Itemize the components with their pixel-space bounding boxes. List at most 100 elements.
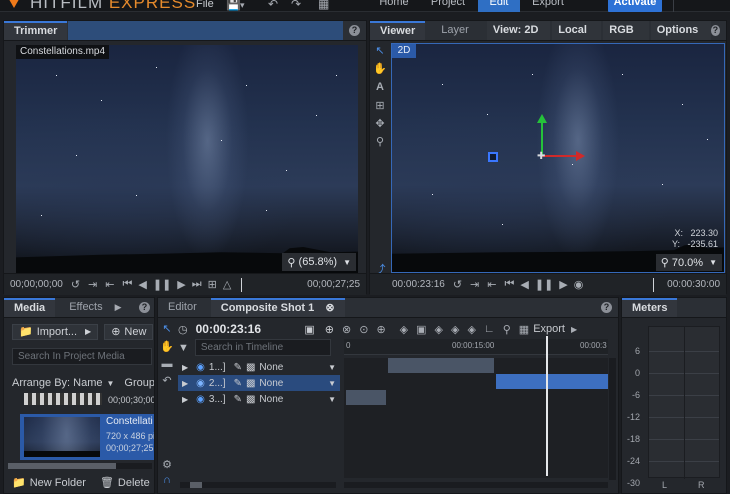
editor-timecode[interactable]: 00:00:23:16 bbox=[196, 322, 261, 336]
nav-edit[interactable]: Edit bbox=[478, 0, 520, 12]
anchor-handle[interactable] bbox=[488, 152, 498, 162]
diamond-out-icon[interactable]: ◈ bbox=[467, 323, 475, 336]
redo-icon[interactable]: ↷ bbox=[291, 0, 301, 11]
channel-dropdown[interactable]: RGB ▼ bbox=[603, 21, 649, 54]
export-dropdown[interactable]: Export bbox=[533, 323, 565, 335]
menu-file[interactable]: File bbox=[196, 0, 214, 10]
nav-project[interactable]: Project bbox=[420, 0, 476, 12]
mark-in-icon[interactable]: ⇥ bbox=[88, 278, 97, 291]
save-dropdown-icon[interactable]: ▾ bbox=[240, 0, 245, 11]
pause-icon[interactable]: ❚❚ bbox=[153, 278, 171, 291]
blend-mode-dropdown[interactable]: None bbox=[259, 362, 283, 373]
diamond-icon[interactable]: ◈ bbox=[435, 323, 443, 336]
media-search-input[interactable]: Search In Project Media bbox=[12, 348, 152, 365]
stop-icon[interactable]: ◉ bbox=[574, 278, 584, 291]
layer-scroll-thumb[interactable] bbox=[190, 482, 202, 488]
slip-tool-icon[interactable]: ▬ bbox=[158, 358, 176, 370]
keyframe-icon[interactable]: ◈ bbox=[400, 323, 408, 336]
go-start-icon[interactable]: ⏮ bbox=[504, 278, 514, 291]
overlay-icon[interactable]: △ bbox=[223, 278, 231, 291]
new-folder-button[interactable]: New Folder bbox=[30, 477, 86, 489]
save-icon[interactable]: 💾 bbox=[226, 0, 241, 11]
timeline-clip[interactable] bbox=[388, 358, 494, 373]
delete-button[interactable]: Delete bbox=[118, 477, 150, 489]
hand-tool-icon[interactable]: ✋ bbox=[371, 62, 389, 75]
graph-icon[interactable]: ∟ bbox=[484, 323, 495, 335]
help-icon[interactable]: ? bbox=[710, 25, 720, 36]
group-dropdown[interactable]: Group B bbox=[124, 377, 154, 389]
undo-icon[interactable]: ↶ bbox=[268, 0, 278, 11]
go-start-icon[interactable]: ⏮ bbox=[122, 278, 132, 291]
layer-row[interactable]: ▶ ◉ 1...] ✎ ▩ None ▼ bbox=[178, 359, 340, 375]
expand-arrow-icon[interactable]: ▶ bbox=[182, 395, 188, 404]
activate-button[interactable]: Activate bbox=[608, 0, 662, 12]
timeline-ruler[interactable]: 0 00:00:15:00 00:00:3 bbox=[344, 339, 608, 355]
tab-meters[interactable]: Meters bbox=[622, 298, 678, 317]
move-tool-icon[interactable]: ✥ bbox=[371, 117, 389, 130]
step-back-icon[interactable]: ◀ bbox=[138, 278, 146, 291]
filter-icon[interactable]: ▼ bbox=[178, 342, 189, 354]
select-tool-icon[interactable]: ↖ bbox=[158, 322, 176, 335]
select-tool-icon[interactable]: ↖ bbox=[371, 44, 389, 57]
go-start-icon[interactable]: ⊗ bbox=[342, 323, 351, 336]
insert-icon[interactable]: ⊞ bbox=[208, 278, 217, 291]
eye-icon[interactable]: ◉ bbox=[196, 362, 205, 373]
trimmer-playhead[interactable] bbox=[241, 277, 243, 292]
blend-mode-dropdown[interactable]: None bbox=[259, 394, 283, 405]
tab-media[interactable]: Media bbox=[4, 298, 56, 317]
media-scroll-thumb[interactable] bbox=[8, 463, 116, 469]
help-icon[interactable]: ? bbox=[601, 302, 612, 313]
pencil-icon[interactable]: ✎ bbox=[234, 362, 242, 373]
timeline-vscrollbar[interactable] bbox=[609, 358, 616, 480]
nav-home[interactable]: Home bbox=[372, 0, 416, 12]
text-tool-icon[interactable]: A bbox=[371, 81, 389, 93]
keyframe-prev-icon[interactable]: ⊙ bbox=[359, 323, 368, 336]
mark-out-icon[interactable]: ⇤ bbox=[487, 278, 496, 291]
tab-editor[interactable]: Editor bbox=[158, 298, 207, 317]
go-end-icon[interactable]: ⏭ bbox=[192, 278, 202, 291]
help-icon[interactable]: ? bbox=[349, 25, 360, 36]
zoom-fit-icon[interactable]: ⚲ bbox=[503, 323, 511, 336]
play-icon[interactable]: ▶ bbox=[559, 278, 567, 291]
add-layer-icon[interactable]: ▣ bbox=[304, 323, 314, 336]
timeline-hscrollbar[interactable] bbox=[344, 482, 608, 488]
step-back-icon[interactable]: ◀ bbox=[520, 278, 528, 291]
nav-export[interactable]: Export bbox=[524, 0, 572, 12]
tab-layer[interactable]: Layer bbox=[431, 21, 479, 40]
crop-tool-icon[interactable]: ⊞ bbox=[371, 99, 389, 112]
trimmer-zoom-control[interactable]: ⚲ (65.8%) ▼ bbox=[282, 253, 356, 271]
x-axis-handle[interactable] bbox=[542, 155, 578, 157]
help-icon[interactable]: ? bbox=[139, 302, 150, 313]
viewer-zoom-control[interactable]: ⚲ 70.0% ▼ bbox=[655, 254, 722, 271]
loop-icon[interactable]: ↺ bbox=[71, 278, 80, 291]
more-tabs-icon[interactable]: ▶ bbox=[115, 302, 122, 313]
close-icon[interactable]: ⊗ bbox=[325, 302, 334, 314]
eye-icon[interactable]: ◉ bbox=[196, 394, 205, 405]
hand-tool-icon[interactable]: ✋ bbox=[158, 340, 176, 353]
pin-tool-icon[interactable]: ⚲ bbox=[371, 135, 389, 148]
magnet-icon[interactable]: ∩ bbox=[158, 474, 176, 486]
tab-effects[interactable]: Effects bbox=[59, 298, 112, 317]
keyframe-next-icon[interactable]: ⊕ bbox=[376, 323, 385, 336]
expand-arrow-icon[interactable]: ▶ bbox=[182, 379, 188, 388]
tab-trimmer[interactable]: Trimmer bbox=[4, 21, 68, 40]
layer-row[interactable]: ▶ ◉ 3...] ✎ ▩ None ▼ bbox=[178, 391, 340, 407]
timeline-clip[interactable] bbox=[346, 390, 386, 405]
media-item-selected[interactable]: Constellati 720 x 486 pi 00;00;27;25 bbox=[20, 414, 154, 460]
plus-circle-icon[interactable]: ⊕ bbox=[325, 323, 334, 336]
viewer-playhead[interactable] bbox=[653, 277, 655, 292]
tab-composite-shot[interactable]: Composite Shot 1 ⊗ bbox=[210, 298, 345, 317]
timeline-clip-selected[interactable] bbox=[496, 374, 608, 389]
blend-mode-dropdown[interactable]: None bbox=[259, 378, 283, 389]
viewer-canvas[interactable]: 2D ✚ X: 223.30 Y: -235.61 ⚲ 70.0% ▼ bbox=[391, 43, 725, 273]
pencil-icon[interactable]: ✎ bbox=[234, 394, 242, 405]
new-button[interactable]: ⊕ New bbox=[104, 324, 154, 340]
pause-icon[interactable]: ❚❚ bbox=[535, 278, 553, 291]
play-icon[interactable]: ▶ bbox=[177, 278, 185, 291]
ripple-tool-icon[interactable]: ↶ bbox=[158, 374, 176, 387]
layer-scrollbar[interactable] bbox=[180, 482, 336, 488]
tab-viewer[interactable]: Viewer bbox=[370, 21, 426, 40]
media-item-composite[interactable]: 00;00;30;00 bbox=[4, 393, 154, 411]
marker-icon[interactable]: ▣ bbox=[416, 323, 426, 336]
pencil-icon[interactable]: ✎ bbox=[234, 378, 242, 389]
